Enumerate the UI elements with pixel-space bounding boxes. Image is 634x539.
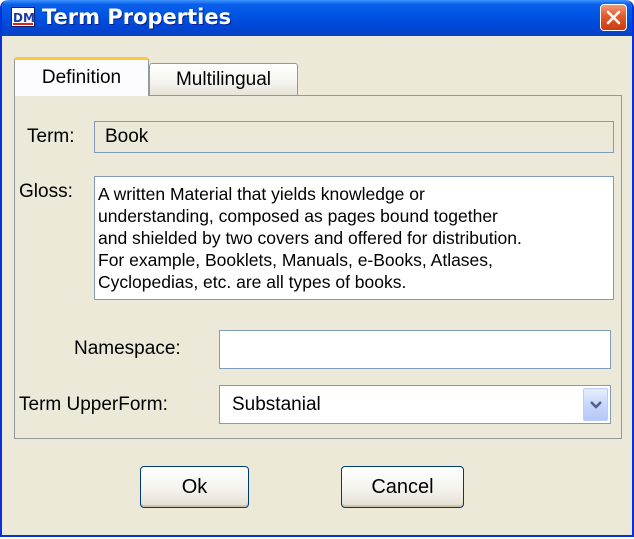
chevron-down-icon: [590, 401, 602, 409]
close-icon: [606, 10, 621, 25]
term-properties-dialog: DM Term Properties Definition Multilingu…: [0, 0, 634, 537]
tab-multilingual-label: Multilingual: [175, 68, 272, 90]
tab-definition[interactable]: Definition: [14, 57, 149, 96]
dropdown-button[interactable]: [583, 388, 608, 421]
app-logo-text: DM: [13, 11, 34, 25]
namespace-input[interactable]: [219, 330, 611, 369]
app-logo-icon: DM: [11, 7, 35, 27]
gloss-textarea[interactable]: A written Material that yields knowledge…: [94, 176, 614, 300]
term-label: Term:: [27, 126, 75, 147]
ok-button[interactable]: Ok: [140, 466, 249, 508]
tab-multilingual[interactable]: Multilingual: [149, 63, 298, 95]
window-title: Term Properties: [42, 5, 232, 29]
term-field[interactable]: Book: [94, 121, 614, 153]
term-upperform-select[interactable]: Substanial: [219, 385, 611, 424]
tab-definition-label: Definition: [41, 67, 122, 88]
close-button[interactable]: [600, 4, 627, 31]
term-upperform-label: Term UpperForm:: [19, 394, 168, 415]
title-bar[interactable]: DM Term Properties: [2, 0, 632, 36]
namespace-label: Namespace:: [74, 338, 181, 359]
gloss-label: Gloss:: [19, 181, 73, 202]
cancel-button[interactable]: Cancel: [341, 466, 464, 508]
term-upperform-value: Substanial: [232, 394, 321, 415]
